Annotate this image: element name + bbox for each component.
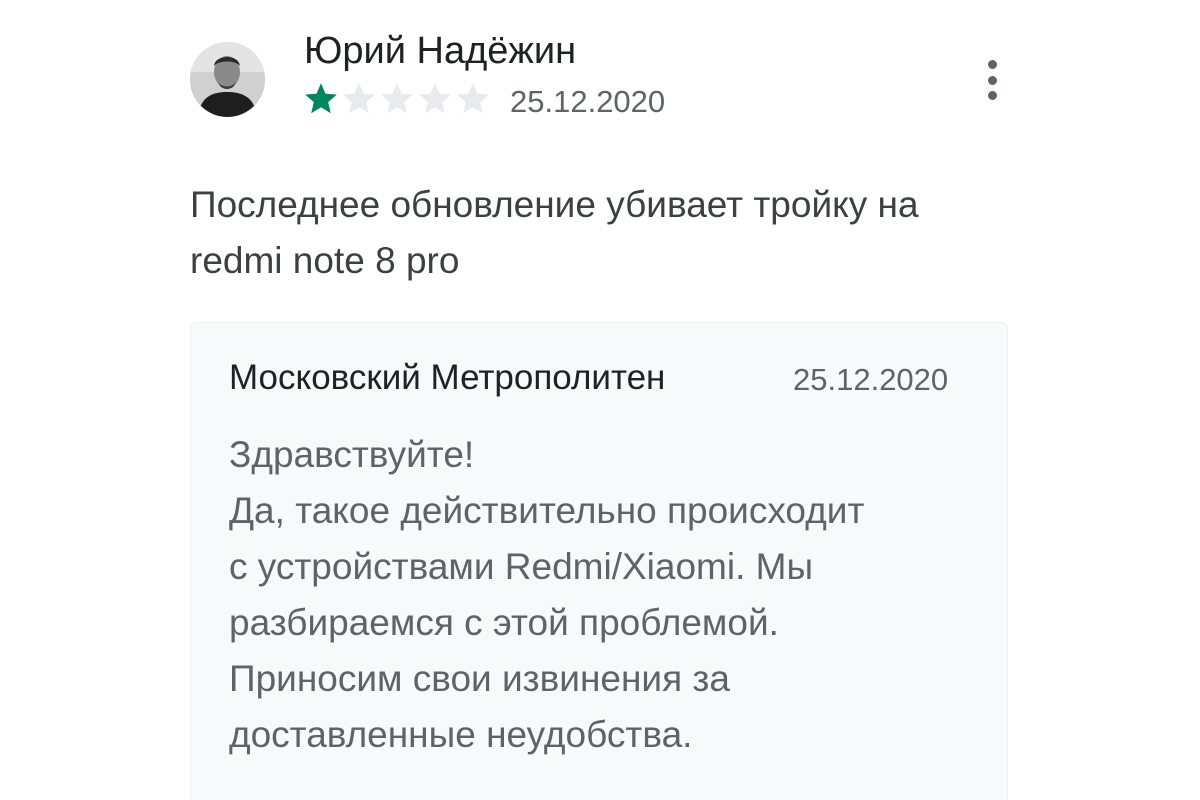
rating-stars [302,80,492,118]
reply-author-name: Московский Метрополитен [229,358,666,397]
more-options-button[interactable] [972,58,1012,102]
developer-reply: Московский Метрополитен 25.12.2020 Здрав… [190,322,1008,800]
reply-text: Здравствуйте! Да, такое действительно пр… [229,434,865,755]
more-vert-icon [987,60,997,69]
reply-date: 25.12.2020 [793,362,949,397]
star-filled-icon [305,83,337,114]
avatar [190,42,265,117]
review-date: 25.12.2020 [510,84,666,119]
star-empty-icon [343,83,375,114]
more-vert-icon-dot [987,75,997,85]
star-empty-icon [457,83,489,114]
review-text: Последнее обновление убивает тройку на r… [190,184,919,281]
user-photo-icon [190,42,265,117]
star-empty-icon [381,83,413,114]
review-card: Юрий Надёжин 25.12.2020 Последнее обновл… [0,0,1200,800]
star-empty-icon [419,83,451,114]
review-author-name: Юрий Надёжин [304,30,577,72]
more-vert-icon-dot [987,91,997,100]
